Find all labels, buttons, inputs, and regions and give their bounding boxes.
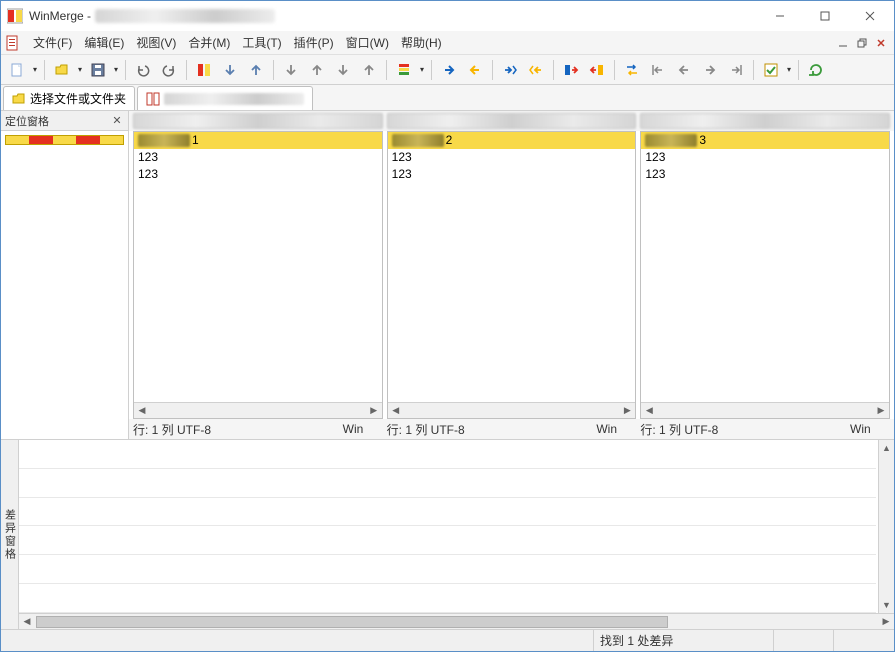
path-box-3[interactable] (640, 113, 890, 129)
toolbar-arrow-down-b-icon[interactable] (331, 58, 355, 82)
toolbar-arrow-up-b-icon[interactable] (357, 58, 381, 82)
menu-file[interactable]: 文件(F) (27, 31, 78, 54)
editor-panes: 1 123 123 ◀▶ 2 123 123 ◀▶ (129, 131, 894, 419)
toolbar-diff-down-icon[interactable] (218, 58, 242, 82)
toolbar-arrow-down-a-icon[interactable] (279, 58, 303, 82)
menu-help[interactable]: 帮助(H) (395, 31, 448, 54)
menu-tools[interactable]: 工具(T) (236, 31, 287, 54)
toolbar-options-icon[interactable] (759, 58, 783, 82)
path-box-2[interactable] (387, 113, 637, 129)
mdi-close-button[interactable] (872, 35, 890, 51)
tab-select-files[interactable]: 选择文件或文件夹 (3, 86, 135, 110)
diff-pane-hscroll[interactable]: ◀▶ (19, 613, 894, 629)
compare-doc-icon (146, 92, 160, 106)
statusbar: 找到 1 处差异 (1, 629, 894, 651)
toolbar-arrow-up-a-icon[interactable] (305, 58, 329, 82)
statusbar-cell-1 (1, 630, 594, 651)
location-bar[interactable] (5, 135, 124, 145)
tab-select-files-label: 选择文件或文件夹 (30, 90, 126, 107)
menu-edit[interactable]: 编辑(E) (78, 31, 130, 54)
diff-pane: 差异窗格 ▲▼ ◀▶ (1, 439, 894, 629)
editor-status-1: 行: 1 列 UTF-8Win (133, 421, 383, 437)
upper-region: 定位窗格 ✕ 1 (1, 111, 894, 439)
statusbar-cell-3 (774, 630, 834, 651)
statusbar-cell-4 (834, 630, 894, 651)
window-title: WinMerge - (29, 9, 91, 23)
location-pane: 定位窗格 ✕ (1, 111, 129, 439)
editor-hscroll-3[interactable]: ◀▶ (641, 402, 889, 418)
app-window: WinMerge - 文件(F) 编辑(E) 视图(V) 合并(M) 工具(T)… (0, 0, 895, 652)
toolbar-options-dropdown[interactable]: ▾ (785, 65, 793, 74)
editor-status-row: 行: 1 列 UTF-8Win 行: 1 列 UTF-8Win 行: 1 列 U… (129, 419, 894, 439)
maximize-button[interactable] (802, 2, 847, 30)
tab-compare-document-label (164, 93, 304, 105)
location-pane-title: 定位窗格 (5, 113, 110, 129)
tab-compare-document[interactable] (137, 86, 313, 110)
editor-hscroll-2[interactable]: ◀▶ (388, 402, 636, 418)
editor-text-1[interactable]: 1 123 123 (134, 132, 382, 402)
location-pane-header: 定位窗格 ✕ (1, 111, 128, 131)
close-button[interactable] (847, 2, 892, 30)
toolbar-new-dropdown[interactable]: ▾ (31, 65, 39, 74)
editor-hscroll-1[interactable]: ◀▶ (134, 402, 382, 418)
toolbar-copy-all-right-icon[interactable] (559, 58, 583, 82)
mdi-doc-icon (5, 35, 21, 51)
toolbar-all-diffs-dropdown[interactable]: ▾ (418, 65, 426, 74)
toolbar-last-diff-icon[interactable] (724, 58, 748, 82)
toolbar-refresh-icon[interactable] (804, 58, 828, 82)
toolbar-open-dropdown[interactable]: ▾ (76, 65, 84, 74)
mdi-minimize-button[interactable] (834, 35, 852, 51)
diff-pane-vscroll[interactable]: ▲▼ (878, 440, 894, 613)
diff-pane-title: 差异窗格 (1, 440, 19, 629)
toolbar-copy-right-advance-icon[interactable] (498, 58, 522, 82)
toolbar-prev-diff-icon[interactable] (672, 58, 696, 82)
toolbar-diff-up-icon[interactable] (244, 58, 268, 82)
app-icon (7, 8, 23, 24)
toolbar-redo-icon[interactable] (157, 58, 181, 82)
folder-open-icon (12, 92, 26, 106)
menu-plugins[interactable]: 插件(P) (288, 31, 340, 54)
editor-status-2: 行: 1 列 UTF-8Win (387, 421, 637, 437)
toolbar-copy-left-icon[interactable] (463, 58, 487, 82)
titlebar: WinMerge - (1, 1, 894, 31)
mdi-restore-button[interactable] (853, 35, 871, 51)
tabbar: 选择文件或文件夹 (1, 85, 894, 111)
editor-pane-1: 1 123 123 ◀▶ (133, 131, 383, 419)
path-row (129, 111, 894, 131)
menu-window[interactable]: 窗口(W) (340, 31, 395, 54)
menu-view[interactable]: 视图(V) (130, 31, 182, 54)
toolbar-open-icon[interactable] (50, 58, 74, 82)
toolbar-save-icon[interactable] (86, 58, 110, 82)
toolbar-next-diff-icon[interactable] (698, 58, 722, 82)
toolbar-swap-icon[interactable] (620, 58, 644, 82)
location-pane-close-icon[interactable]: ✕ (110, 114, 124, 127)
toolbar-undo-icon[interactable] (131, 58, 155, 82)
path-box-1[interactable] (133, 113, 383, 129)
statusbar-msg: 找到 1 处差异 (594, 630, 774, 651)
editor-pane-2: 2 123 123 ◀▶ (387, 131, 637, 419)
toolbar-save-dropdown[interactable]: ▾ (112, 65, 120, 74)
diff-pane-content[interactable] (19, 440, 878, 613)
window-title-document (95, 9, 275, 23)
diff-pane-body: ▲▼ ◀▶ (19, 440, 894, 629)
toolbar-copy-left-advance-icon[interactable] (524, 58, 548, 82)
editor-pane-3: 3 123 123 ◀▶ (640, 131, 890, 419)
client-area: 定位窗格 ✕ 1 (1, 111, 894, 629)
editors-region: 1 123 123 ◀▶ 2 123 123 ◀▶ (129, 111, 894, 439)
minimize-button[interactable] (757, 2, 802, 30)
location-pane-body[interactable] (1, 131, 128, 439)
menu-merge[interactable]: 合并(M) (182, 31, 236, 54)
editor-text-2[interactable]: 2 123 123 (388, 132, 636, 402)
toolbar-copy-right-icon[interactable] (437, 58, 461, 82)
editor-text-3[interactable]: 3 123 123 (641, 132, 889, 402)
toolbar-new-icon[interactable] (5, 58, 29, 82)
toolbar-copy-all-left-icon[interactable] (585, 58, 609, 82)
toolbar-compare-icon[interactable] (192, 58, 216, 82)
toolbar: ▾ ▾ ▾ ▾ ▾ (1, 55, 894, 85)
toolbar-all-diffs-icon[interactable] (392, 58, 416, 82)
editor-status-3: 行: 1 列 UTF-8Win (640, 421, 890, 437)
menubar: 文件(F) 编辑(E) 视图(V) 合并(M) 工具(T) 插件(P) 窗口(W… (1, 31, 894, 55)
toolbar-first-diff-icon[interactable] (646, 58, 670, 82)
